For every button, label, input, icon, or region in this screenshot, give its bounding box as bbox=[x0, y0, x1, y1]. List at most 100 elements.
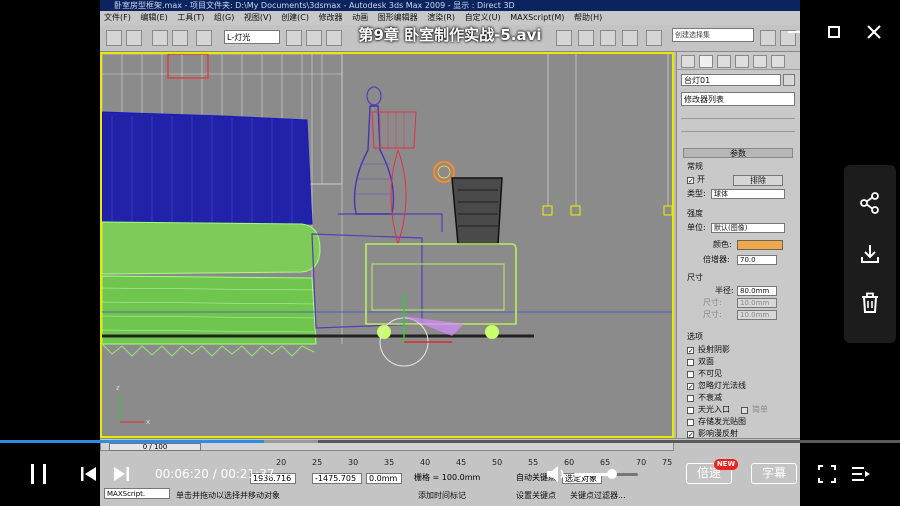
color-label: 颜色: bbox=[713, 240, 732, 249]
simple-checkbox bbox=[741, 407, 748, 414]
skylight-portal-label: 天光入口 bbox=[698, 405, 730, 414]
menu-views: 视图(V) bbox=[243, 13, 272, 22]
y-coordinate-field: -1475.705 bbox=[312, 473, 362, 484]
exclude-button: 排除 bbox=[733, 175, 783, 186]
total-time: 00:21:37 bbox=[220, 467, 275, 481]
no-decay-label: 不衰减 bbox=[698, 393, 722, 402]
previous-icon[interactable] bbox=[78, 461, 100, 487]
max-title-bar: 卧室房型框架.max - 项目文件夹: D:\My Documents\3dsm… bbox=[100, 0, 800, 11]
ruler-tick: 35 bbox=[384, 458, 395, 467]
grid-size-readout: 栅格 = 100.0mm bbox=[412, 473, 490, 484]
maxscript-listener-field: MAXScript. bbox=[104, 488, 170, 499]
menu-customize: 自定义(U) bbox=[464, 13, 501, 22]
next-icon[interactable] bbox=[110, 461, 132, 487]
side-action-panel bbox=[844, 165, 896, 343]
light-color-swatch bbox=[737, 240, 783, 250]
double-sided-label: 双面 bbox=[698, 357, 714, 366]
invisible-checkbox bbox=[687, 371, 694, 378]
playlist-icon[interactable] bbox=[850, 461, 872, 487]
menu-edit: 编辑(E) bbox=[140, 13, 168, 22]
cast-shadows-label: 投射阴影 bbox=[698, 345, 730, 354]
light-on-label: 开 bbox=[697, 175, 705, 184]
fullscreen-icon[interactable] bbox=[816, 461, 838, 487]
front-viewport: z x bbox=[100, 52, 674, 438]
ruler-tick: 65 bbox=[600, 458, 611, 467]
ruler-tick: 40 bbox=[420, 458, 431, 467]
double-sided-checkbox bbox=[687, 359, 694, 366]
menu-maxscript: MAXScript(M) bbox=[510, 13, 565, 22]
width-label: 尺寸: bbox=[703, 310, 722, 319]
time-separator: / bbox=[208, 467, 221, 481]
command-panel-tabs bbox=[677, 52, 800, 70]
menu-group: 组(G) bbox=[213, 13, 235, 22]
subtitle-button[interactable]: 字幕 bbox=[751, 463, 797, 484]
no-decay-checkbox bbox=[687, 395, 694, 402]
intensity-group-title: 强度 bbox=[687, 209, 703, 218]
playback-progress-bar[interactable] bbox=[0, 440, 900, 443]
utilities-tab-icon bbox=[771, 55, 785, 68]
ruler-tick: 25 bbox=[312, 458, 323, 467]
simple-label: 简单 bbox=[752, 405, 768, 414]
status-prompt: 单击并拖动以选择并移动对象 bbox=[176, 491, 280, 500]
store-irradiance-label: 存储发光贴图 bbox=[698, 417, 746, 426]
ruler-tick: 55 bbox=[528, 458, 539, 467]
multiplier-label: 倍增器: bbox=[703, 255, 730, 264]
command-panel: 台灯01 修改器列表 参数 常规 ✓ 开 排除 类型: 球体 强度 单位: 默认… bbox=[676, 52, 800, 439]
menu-create: 创建(C) bbox=[281, 13, 310, 22]
current-time: 00:06:20 bbox=[155, 467, 209, 481]
download-icon[interactable] bbox=[858, 242, 882, 266]
width-field: 10.0mm bbox=[737, 310, 777, 320]
invisible-label: 不可见 bbox=[698, 369, 722, 378]
viewport-wireframe-scene: z x bbox=[102, 54, 672, 436]
modifier-list-dropdown: 修改器列表 bbox=[681, 92, 795, 106]
close-icon[interactable] bbox=[862, 20, 886, 44]
ruler-tick: 70 bbox=[636, 458, 647, 467]
video-player: 卧室房型框架.max - 项目文件夹: D:\My Documents\3dsm… bbox=[0, 0, 900, 506]
new-badge: NEW bbox=[714, 459, 738, 470]
skylight-portal-checkbox bbox=[687, 407, 694, 414]
time-slider-knob: 0 / 100 bbox=[109, 443, 201, 451]
menu-modifiers: 修改器 bbox=[318, 13, 343, 22]
add-time-tag-label: 添加时间标记 bbox=[418, 491, 466, 500]
volume-icon[interactable] bbox=[544, 461, 568, 487]
key-filters-button: 关键点过滤器... bbox=[570, 491, 626, 500]
display-tab-icon bbox=[753, 55, 767, 68]
size-group-title: 尺寸 bbox=[687, 273, 703, 282]
ruler-tick: 30 bbox=[348, 458, 359, 467]
svg-text:z: z bbox=[116, 384, 120, 392]
track-bar-ruler: 20 25 30 35 40 45 50 55 60 65 70 75 bbox=[100, 453, 674, 467]
unit-label: 单位: bbox=[687, 223, 706, 232]
affect-diffuse-checkbox: ✓ bbox=[687, 431, 694, 439]
progress-played bbox=[0, 440, 264, 443]
hierarchy-tab-icon bbox=[717, 55, 731, 68]
ignore-light-normals-label: 忽略灯光法线 bbox=[698, 381, 746, 390]
unit-dropdown: 默认(图像) bbox=[711, 223, 785, 233]
maximize-icon[interactable] bbox=[822, 20, 846, 44]
share-icon[interactable] bbox=[858, 191, 882, 215]
video-frame[interactable]: 卧室房型框架.max - 项目文件夹: D:\My Documents\3dsm… bbox=[100, 0, 800, 506]
ruler-tick: 75 bbox=[662, 458, 673, 467]
volume-slider[interactable] bbox=[574, 469, 638, 479]
modifier-stack-toolbar bbox=[681, 118, 795, 132]
delete-icon[interactable] bbox=[858, 291, 882, 315]
motion-tab-icon bbox=[735, 55, 749, 68]
minimize-icon[interactable] bbox=[782, 20, 806, 44]
options-group-title: 选项 bbox=[687, 332, 703, 341]
ruler-tick: 50 bbox=[492, 458, 503, 467]
ruler-tick: 45 bbox=[456, 458, 467, 467]
parameters-rollout-header: 参数 bbox=[683, 148, 793, 158]
radius-field: 80.0mm bbox=[737, 286, 777, 296]
light-on-checkbox: ✓ bbox=[687, 177, 694, 185]
type-dropdown: 球体 bbox=[711, 189, 785, 199]
z-coordinate-field: 0.0mm bbox=[366, 473, 402, 484]
radius-label: 半径: bbox=[715, 286, 734, 295]
object-name-field: 台灯01 bbox=[681, 74, 781, 86]
object-color-swatch bbox=[783, 74, 795, 86]
menu-rendering: 渲染(R) bbox=[427, 13, 456, 22]
cast-shadows-checkbox: ✓ bbox=[687, 347, 694, 355]
pause-icon[interactable] bbox=[26, 461, 52, 487]
length-label: 尺寸: bbox=[703, 298, 722, 307]
ruler-tick: 20 bbox=[276, 458, 287, 467]
modify-tab-icon bbox=[699, 55, 713, 68]
create-tab-icon bbox=[681, 55, 695, 68]
